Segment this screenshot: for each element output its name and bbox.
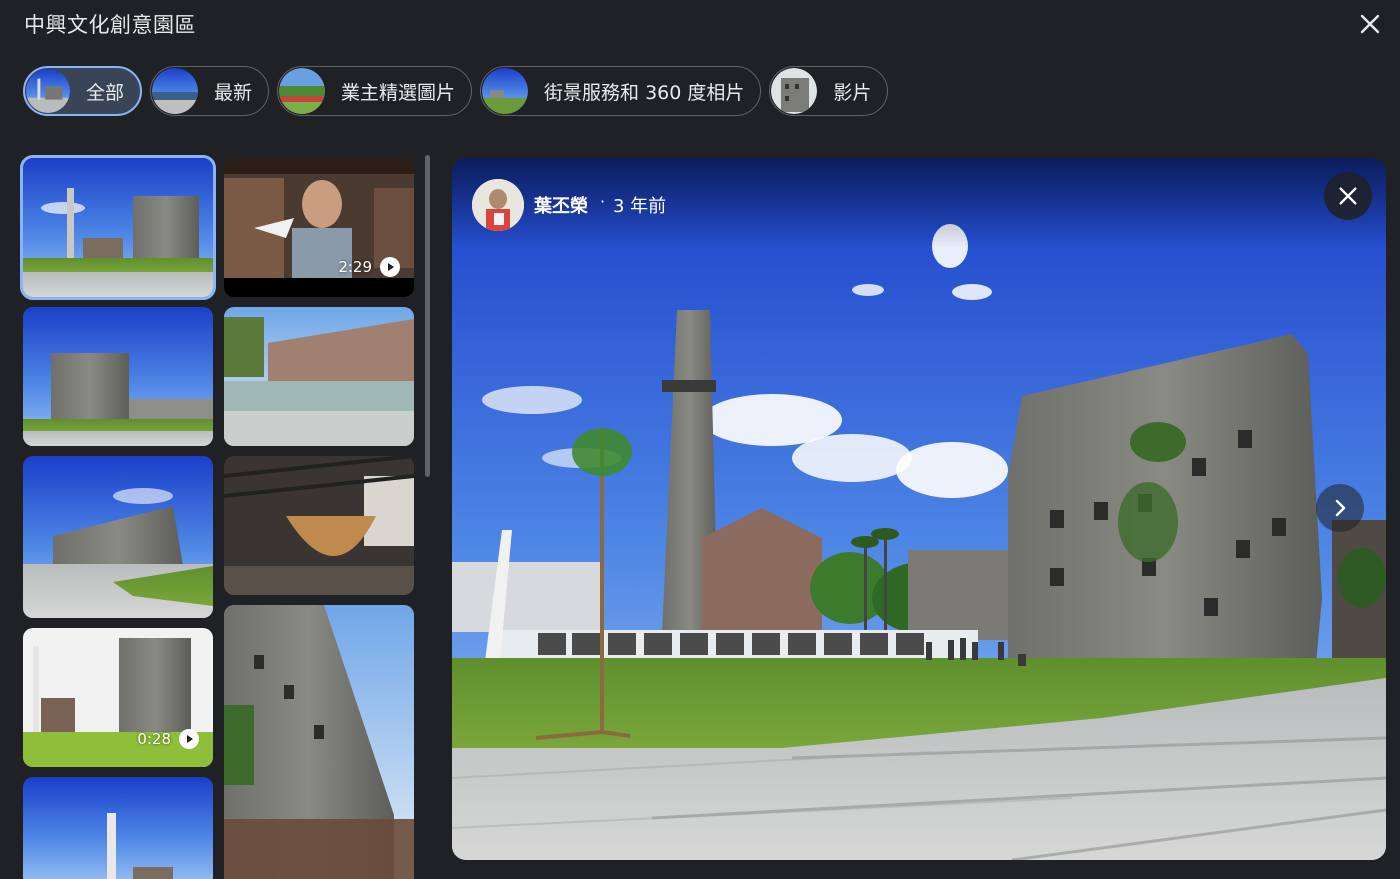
video-tile[interactable]: 2:29 <box>224 158 414 297</box>
photo-tile[interactable] <box>224 456 414 595</box>
video-tile[interactable]: 0:28 <box>23 628 213 767</box>
grid-scrollbar[interactable] <box>425 155 430 477</box>
header: 中興文化創意園區 <box>0 0 1400 48</box>
chip-label: 街景服務和 360 度相片 <box>544 81 745 104</box>
filter-chips: 全部 最新 業主精選圖片 街景服務和 360 度相片 影片 <box>23 66 889 118</box>
play-icon <box>380 257 400 277</box>
chip-label: 最新 <box>214 81 253 104</box>
chevron-right-icon <box>1335 499 1346 517</box>
photo-tile[interactable] <box>23 456 213 618</box>
next-photo-button[interactable] <box>1316 484 1364 532</box>
chip-thumbnail <box>279 68 326 114</box>
main-photo <box>452 158 1386 860</box>
photo-thumbnail <box>23 456 213 618</box>
close-icon <box>1360 14 1380 34</box>
photo-thumbnail <box>23 307 213 446</box>
video-duration: 2:29 <box>338 257 400 277</box>
avatar[interactable] <box>472 179 524 231</box>
photo-tile[interactable] <box>23 307 213 446</box>
chip-label: 業主精選圖片 <box>341 81 456 104</box>
chip-thumbnail <box>771 68 818 114</box>
photo-tile[interactable] <box>224 307 414 446</box>
chip-street-view[interactable]: 街景服務和 360 度相片 <box>480 66 762 116</box>
close-icon <box>1339 187 1357 205</box>
chip-thumbnail <box>152 68 199 114</box>
chip-thumbnail <box>26 69 70 113</box>
close-viewer-button[interactable] <box>1324 172 1372 220</box>
play-icon <box>179 729 199 749</box>
page-title: 中興文化創意園區 <box>24 13 196 37</box>
duration-label: 2:29 <box>338 258 372 276</box>
separator: · <box>600 192 606 211</box>
avatar-image <box>472 179 524 231</box>
chip-label: 全部 <box>86 81 125 104</box>
photo-grid: 0:28 2:29 <box>20 155 420 879</box>
video-duration: 0:28 <box>137 729 199 749</box>
photo-tile[interactable] <box>224 605 414 879</box>
duration-label: 0:28 <box>137 730 171 748</box>
chip-owner-photos[interactable]: 業主精選圖片 <box>277 66 473 116</box>
photo-tile[interactable] <box>20 155 216 300</box>
chip-latest[interactable]: 最新 <box>150 66 270 116</box>
photo-thumbnail <box>224 307 414 446</box>
photo-thumbnail <box>23 158 213 297</box>
photo-thumbnail <box>224 605 414 879</box>
author-name[interactable]: 葉丕榮 <box>534 192 588 218</box>
photo-thumbnail <box>23 777 213 879</box>
chip-label: 影片 <box>833 81 872 104</box>
close-button[interactable] <box>1352 6 1388 42</box>
chip-all[interactable]: 全部 <box>23 66 143 116</box>
photo-thumbnail <box>224 456 414 595</box>
photo-viewer: 葉丕榮 · 3 年前 <box>452 158 1386 860</box>
viewer-header: 葉丕榮 · 3 年前 <box>452 158 1386 248</box>
photo-tile[interactable] <box>23 777 213 879</box>
chip-videos[interactable]: 影片 <box>769 66 889 116</box>
chip-thumbnail <box>482 68 529 114</box>
post-time: 3 年前 <box>613 196 667 217</box>
